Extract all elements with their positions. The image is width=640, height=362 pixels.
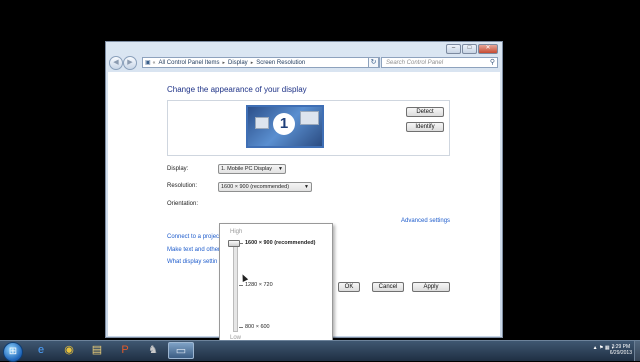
start-orb-icon[interactable]: ⊞ xyxy=(3,342,23,362)
back-button[interactable]: ◀ xyxy=(109,56,123,70)
breadcrumb-screen-resolution[interactable]: Screen Resolution xyxy=(256,60,305,66)
clock[interactable]: 3:29 PM 6/29/2013 xyxy=(610,344,632,356)
detect-button[interactable]: Detect xyxy=(406,107,444,117)
navigation-bar: ◀ ▶ ▣ « All Control Panel Items ▸ Displa… xyxy=(109,56,499,70)
minimize-button[interactable]: – xyxy=(446,44,461,54)
chevron-up-icon[interactable]: ▲ xyxy=(593,345,598,351)
breadcrumb-separator: ▸ xyxy=(222,59,225,66)
breadcrumb-separator: ▸ xyxy=(250,59,254,66)
clock-date: 6/29/2013 xyxy=(609,350,632,356)
cancel-button[interactable]: Cancel xyxy=(372,282,404,292)
identify-button[interactable]: Identify xyxy=(406,122,444,132)
chevron-down-icon: ▼ xyxy=(304,184,309,190)
resolution-dropdown: High 1600 × 900 (recommended) 1280 × 720… xyxy=(219,223,333,348)
address-bar[interactable]: ▣ « All Control Panel Items ▸ Display ▸ … xyxy=(142,57,380,68)
folder-icon[interactable]: ▤ xyxy=(84,342,110,359)
breadcrumb-display[interactable]: Display xyxy=(228,60,248,66)
control-panel-icon: ▣ xyxy=(145,60,151,66)
display-settings-icon[interactable]: ▭ xyxy=(168,342,194,359)
taskbar: ⊞ e ◉ ▤ P ♞ ▭ ▲ ⚑ ▦ ◖ 3:29 PM 6/29/2013 xyxy=(0,340,640,362)
text-size-link[interactable]: Make text and other xyxy=(167,247,220,253)
window-caption-buttons: – □ ✕ xyxy=(446,44,498,54)
display-preview: 1 Detect Identify xyxy=(167,100,450,156)
game-icon[interactable]: ♞ xyxy=(140,342,166,359)
breadcrumb-all-items[interactable]: All Control Panel Items xyxy=(158,60,219,66)
resolution-select[interactable]: 1600 × 900 (recommended) ▼ xyxy=(218,182,312,192)
connect-projector-link[interactable]: Connect to a projec xyxy=(167,234,219,240)
breadcrumb-separator: « xyxy=(152,59,156,66)
internet-explorer-icon[interactable]: e xyxy=(28,342,54,359)
forward-button[interactable]: ▶ xyxy=(123,56,137,70)
chevron-down-icon: ▼ xyxy=(278,166,283,172)
close-button[interactable]: ✕ xyxy=(478,44,498,54)
search-icon[interactable]: ⚲ xyxy=(490,58,495,66)
resolution-slider-track[interactable] xyxy=(233,240,238,332)
advanced-settings-link[interactable]: Advanced settings xyxy=(401,218,450,224)
monitor-illustration xyxy=(300,111,319,125)
search-box[interactable]: Search Control Panel ⚲ xyxy=(381,57,498,68)
resolution-label: Resolution: xyxy=(167,183,198,189)
monitor-tile[interactable]: 1 xyxy=(246,105,324,148)
slider-tick xyxy=(239,243,243,244)
maximize-button[interactable]: □ xyxy=(462,44,477,54)
apply-button[interactable]: Apply xyxy=(412,282,450,292)
chrome-icon[interactable]: ◉ xyxy=(56,342,82,359)
refresh-button[interactable]: ↻ xyxy=(368,57,379,68)
display-select[interactable]: 1. Mobile PC Display ▼ xyxy=(218,164,286,174)
resolution-select-value: 1600 × 900 (recommended) xyxy=(221,184,290,190)
powerpoint-icon[interactable]: P xyxy=(112,342,138,359)
orientation-label: Orientation: xyxy=(167,201,199,207)
page-title: Change the appearance of your display xyxy=(167,85,307,94)
slider-tick xyxy=(239,285,243,286)
slider-tick xyxy=(239,327,243,328)
resolution-option-1600x900[interactable]: 1600 × 900 (recommended) xyxy=(245,240,315,246)
screen-resolution-window: – □ ✕ ◀ ▶ ▣ « All Control Panel Items ▸ … xyxy=(105,41,503,348)
monitor-number: 1 xyxy=(273,113,295,135)
show-desktop-button[interactable] xyxy=(634,341,640,361)
display-label: Display: xyxy=(167,166,189,172)
display-select-value: 1. Mobile PC Display xyxy=(221,166,273,172)
display-settings-link[interactable]: What display settin xyxy=(167,259,217,265)
ok-button[interactable]: OK xyxy=(338,282,360,292)
resolution-option-800x600[interactable]: 800 × 600 xyxy=(245,324,270,330)
monitor-illustration xyxy=(255,117,269,129)
search-placeholder: Search Control Panel xyxy=(386,60,444,66)
mouse-pointer-icon xyxy=(239,273,249,282)
flag-icon[interactable]: ⚑ xyxy=(599,345,603,351)
slider-high-label: High xyxy=(230,229,243,235)
content-pane: Change the appearance of your display 1 … xyxy=(108,72,500,348)
resolution-option-1280x720[interactable]: 1280 × 720 xyxy=(245,282,273,288)
